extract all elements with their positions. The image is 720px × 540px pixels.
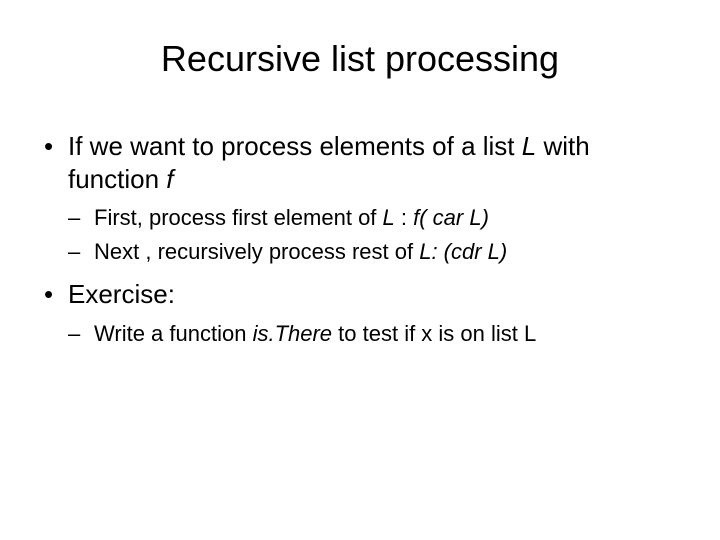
bullet-1: If we want to process elements of a list… [40, 130, 680, 266]
s2-pre: Next , recursively process rest of [94, 239, 419, 264]
b2-text: Exercise: [68, 279, 175, 309]
sub-3: Write a function is.There to test if x i… [68, 319, 680, 349]
s1-mid: : [395, 205, 413, 230]
b1-f: f [166, 164, 173, 194]
sublist-2: Write a function is.There to test if x i… [68, 319, 680, 349]
s1-pre: First, process first element of [94, 205, 383, 230]
bullet-list: If we want to process elements of a list… [40, 130, 680, 349]
s2-L: L: (cdr L) [419, 239, 507, 264]
s3-post: to test if x is on list L [332, 321, 536, 346]
s1-expr: f( car L) [413, 205, 489, 230]
s3-pre: Write a function [94, 321, 253, 346]
s3-fn: is.There [253, 321, 332, 346]
page-title: Recursive list processing [40, 38, 680, 80]
sub-1: First, process first element of L : f( c… [68, 203, 680, 233]
s1-L: L [383, 205, 395, 230]
sub-2: Next , recursively process rest of L: (c… [68, 237, 680, 267]
b1-pre: If we want to process elements of a list [68, 131, 522, 161]
bullet-2: Exercise: Write a function is.There to t… [40, 278, 680, 348]
b1-L: L [522, 131, 536, 161]
sublist-1: First, process first element of L : f( c… [68, 203, 680, 266]
